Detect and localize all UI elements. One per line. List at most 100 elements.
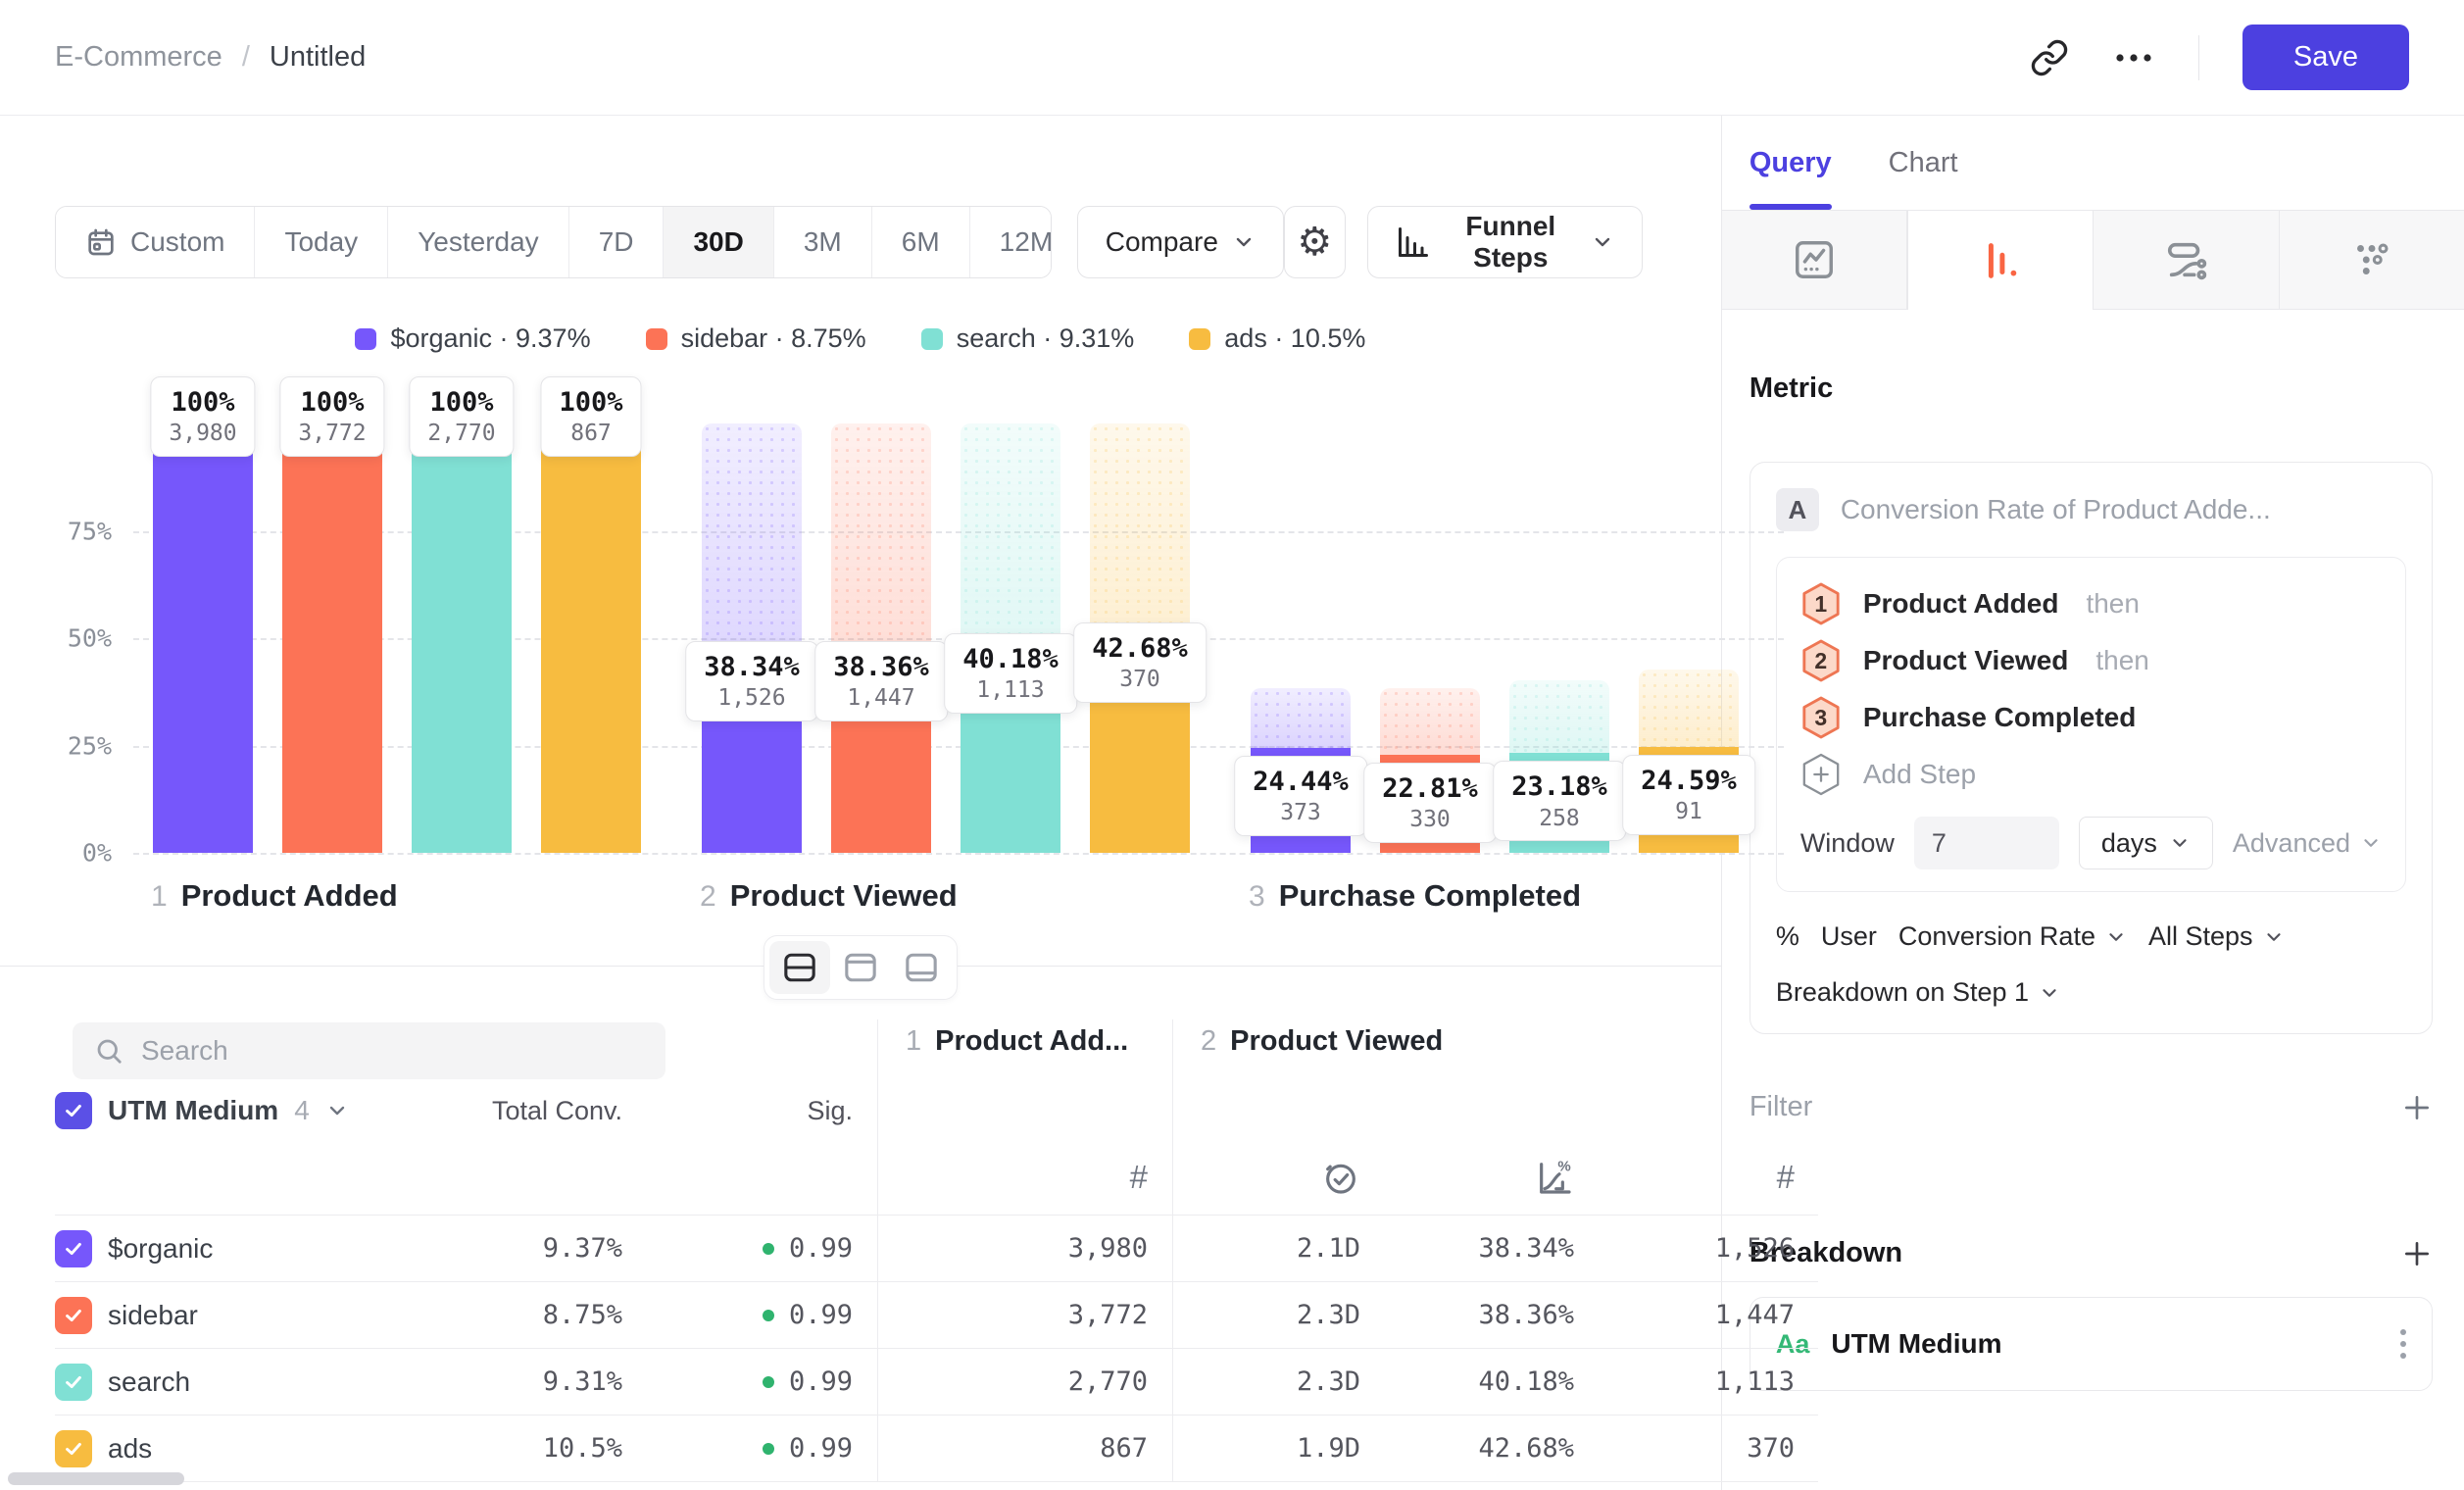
- compare-button[interactable]: Compare: [1077, 206, 1284, 278]
- add-breakdown-button[interactable]: [2401, 1238, 2433, 1269]
- ellipsis-icon: [2112, 38, 2155, 77]
- range-label: 6M: [902, 226, 940, 258]
- row-checkbox[interactable]: [55, 1297, 92, 1334]
- layout-split-button[interactable]: [769, 941, 830, 994]
- steps-scope-dropdown[interactable]: All Steps: [2148, 921, 2285, 952]
- funnel-bar[interactable]: [153, 423, 253, 853]
- add-step-hexagon-icon: [1800, 752, 1842, 797]
- funnel-bar[interactable]: [412, 423, 512, 853]
- measured-as-row: % User Conversion Rate All Steps: [1776, 921, 2406, 952]
- save-button[interactable]: Save: [2242, 25, 2409, 90]
- chart-workspace: CustomTodayYesterday7D30D3M6M12MXTD Comp…: [0, 116, 1722, 1490]
- kebab-menu-icon[interactable]: [2400, 1329, 2406, 1359]
- step2-count-cell: 1,113: [1580, 1349, 1818, 1415]
- row-name-cell: sidebar: [55, 1282, 451, 1348]
- chart-type-strip: [1722, 210, 2464, 310]
- window-value-input[interactable]: [1914, 817, 2059, 869]
- legend-item[interactable]: sidebar · 8.75%: [646, 323, 866, 354]
- tab-chart[interactable]: Chart: [1889, 116, 1958, 210]
- search-input[interactable]: [141, 1035, 612, 1067]
- sig-cell: 0.99: [647, 1349, 877, 1415]
- funnel-bar-ghost[interactable]: [1639, 670, 1739, 747]
- chart-type-line[interactable]: [1722, 211, 1907, 310]
- metric-title[interactable]: Conversion Rate of Product Adde...: [1841, 494, 2271, 525]
- legend-label: sidebar · 8.75%: [681, 323, 866, 354]
- breadcrumb: E-Commerce / Untitled: [55, 41, 366, 74]
- legend-item[interactable]: ads · 10.5%: [1189, 323, 1365, 354]
- y-axis-label: 25%: [55, 731, 112, 760]
- layout-top-button[interactable]: [830, 941, 891, 994]
- funnel-chart-icon: [1396, 224, 1431, 260]
- row-name-cell: $organic: [55, 1216, 451, 1281]
- add-step-button[interactable]: Add Step: [1800, 746, 2382, 803]
- range-yesterday[interactable]: Yesterday: [388, 207, 569, 277]
- query-step-row[interactable]: 2Product Viewedthen: [1800, 632, 2382, 689]
- range-label: Yesterday: [418, 226, 539, 258]
- total-conv-header[interactable]: Total Conv.: [451, 1082, 647, 1139]
- query-step-row[interactable]: 1Product Addedthen: [1800, 575, 2382, 632]
- funnel-bar[interactable]: [541, 423, 641, 853]
- step2-pct-cell: 38.34%: [1366, 1216, 1580, 1281]
- bar-count: 3,980: [169, 420, 236, 448]
- funnel-bar-ghost[interactable]: [1509, 680, 1609, 753]
- bar-pct: 100%: [298, 385, 366, 420]
- row-checkbox[interactable]: [55, 1364, 92, 1401]
- chart-settings-button[interactable]: ⚙: [1284, 206, 1346, 278]
- range-today[interactable]: Today: [255, 207, 388, 277]
- query-step-row[interactable]: 3Purchase Completed: [1800, 689, 2382, 746]
- legend-item[interactable]: search · 9.31%: [921, 323, 1135, 354]
- breadcrumb-title[interactable]: Untitled: [270, 41, 366, 74]
- add-filter-button[interactable]: [2401, 1092, 2433, 1123]
- legend-item[interactable]: $organic · 9.37%: [355, 323, 590, 354]
- range-custom[interactable]: Custom: [56, 207, 255, 277]
- chart-view-dropdown[interactable]: Funnel Steps: [1367, 206, 1643, 278]
- conversion-rate-icon[interactable]: %: [1535, 1158, 1574, 1197]
- sig-header[interactable]: Sig.: [647, 1082, 877, 1139]
- row-checkbox[interactable]: [55, 1230, 92, 1267]
- horizontal-scrollbar[interactable]: [8, 1472, 184, 1485]
- range-label: 7D: [599, 226, 634, 258]
- breakdown-on-dropdown[interactable]: Breakdown on Step 1: [1776, 977, 2406, 1008]
- more-menu-button[interactable]: [2112, 38, 2155, 77]
- count-icon[interactable]: #: [1130, 1159, 1148, 1196]
- row-checkbox[interactable]: [55, 1430, 92, 1467]
- bar-pct: 24.59%: [1641, 764, 1737, 798]
- sig-value: 0.99: [789, 1366, 853, 1397]
- range-30d[interactable]: 30D: [664, 207, 773, 277]
- chart-type-retention[interactable]: [2280, 211, 2464, 310]
- sig-dot: [763, 1310, 774, 1321]
- legend-label: $organic · 9.37%: [390, 323, 590, 354]
- funnel-bar-ghost[interactable]: [1380, 688, 1480, 755]
- svg-text:%: %: [1557, 1158, 1570, 1174]
- legend-swatch: [1189, 328, 1210, 350]
- row-name-cell: search: [55, 1349, 451, 1415]
- bar-value-label: 42.68%370: [1073, 622, 1207, 703]
- table-row: ads10.5%0.998671.9D42.68%370: [55, 1416, 1818, 1482]
- metric-type-dropdown[interactable]: Conversion Rate: [1898, 921, 2127, 952]
- range-6m[interactable]: 6M: [872, 207, 970, 277]
- user-scope[interactable]: User: [1821, 921, 1877, 952]
- range-3m[interactable]: 3M: [774, 207, 872, 277]
- breadcrumb-space[interactable]: E-Commerce: [55, 41, 222, 74]
- advanced-toggle[interactable]: Advanced: [2233, 828, 2382, 859]
- select-all-checkbox[interactable]: [55, 1092, 92, 1129]
- time-to-convert-icon[interactable]: [1321, 1158, 1360, 1197]
- total-conv-cell: 9.31%: [451, 1349, 647, 1415]
- chart-type-funnel[interactable]: [1907, 211, 2094, 310]
- row-label: $organic: [108, 1233, 213, 1265]
- share-link-button[interactable]: [2030, 38, 2069, 77]
- layout-split-icon: [783, 952, 816, 983]
- funnel-bar-ghost[interactable]: [1251, 688, 1351, 748]
- count-icon[interactable]: #: [1777, 1159, 1795, 1196]
- group-column-header[interactable]: UTM Medium: [108, 1095, 278, 1126]
- range-12m[interactable]: 12M: [970, 207, 1052, 277]
- chart-type-flow[interactable]: [2094, 211, 2279, 310]
- breakdown-item[interactable]: Aa UTM Medium: [1749, 1297, 2433, 1391]
- breadcrumb-separator: /: [242, 41, 250, 74]
- range-7d[interactable]: 7D: [569, 207, 665, 277]
- layout-bottom-button[interactable]: [891, 941, 952, 994]
- tab-query[interactable]: Query: [1749, 116, 1832, 210]
- step-badge-number: 1: [1814, 591, 1827, 618]
- window-unit-select[interactable]: days: [2079, 817, 2213, 869]
- funnel-bar[interactable]: [282, 423, 382, 853]
